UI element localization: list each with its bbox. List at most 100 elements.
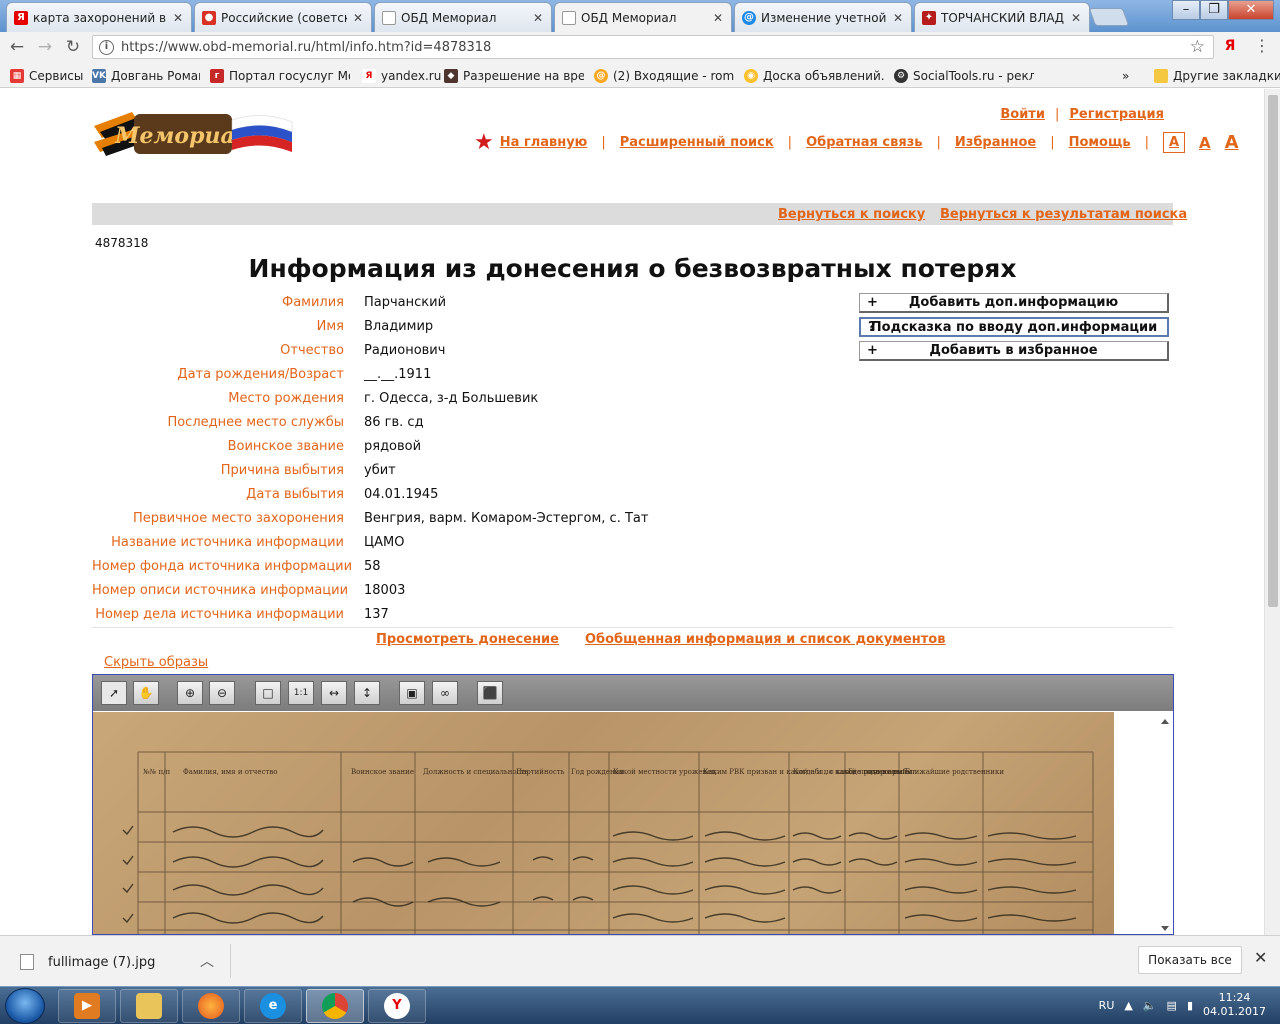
download-item[interactable]: fullimage (7).jpg <box>20 954 155 970</box>
taskbar-chrome[interactable] <box>306 989 364 1023</box>
network-icon[interactable]: ▤ <box>1167 999 1177 1012</box>
forward-button[interactable]: → <box>34 37 56 57</box>
bookmarks-more-button[interactable]: » <box>1122 67 1129 85</box>
bookmark-inbox[interactable]: @ (2) Входящие - romch <box>594 67 734 85</box>
close-icon[interactable]: ✕ <box>1071 11 1081 25</box>
font-size-large[interactable]: A <box>1225 132 1239 153</box>
input-hint-button[interactable]: ? Подсказка по вводу доп.информации <box>859 317 1169 337</box>
clock[interactable]: 11:24 04.01.2017 <box>1203 991 1266 1019</box>
browser-tab-1[interactable]: Я карта захоронений в ✕ <box>6 2 192 32</box>
zoom-in-icon[interactable]: ⊕ <box>177 681 203 705</box>
clock-time: 11:24 <box>1218 991 1251 1004</box>
fit-height-icon[interactable]: ↕ <box>354 681 380 705</box>
separator: | <box>1050 135 1055 150</box>
question-icon: ? <box>868 320 876 335</box>
bookmark-services[interactable]: ▦ Сервисы <box>10 67 83 85</box>
page-scrollbar[interactable] <box>1264 89 1280 935</box>
close-icon[interactable]: ✕ <box>893 11 903 25</box>
value-birthdate: __.__.1911 <box>364 367 432 382</box>
nav-advanced-search[interactable]: Расширенный поиск <box>620 135 774 150</box>
taskbar-ie[interactable]: e <box>244 989 302 1023</box>
minimize-button[interactable]: – <box>1172 0 1200 20</box>
actual-size-icon[interactable]: 1:1 <box>288 681 314 705</box>
viewer-scrollbar[interactable] <box>1156 712 1173 934</box>
maximize-button[interactable]: ❐ <box>1200 0 1228 20</box>
value-reason: убит <box>364 463 396 478</box>
close-icon[interactable]: ✕ <box>1254 948 1267 967</box>
link-icon[interactable]: ∞ <box>432 681 458 705</box>
taskbar-explorer[interactable] <box>120 989 178 1023</box>
maps-pin-icon: ● <box>202 11 216 25</box>
document-scan-image[interactable]: №№ п/п Фамилия, имя и отчество Воинское … <box>93 712 1114 934</box>
bookmark-vk[interactable]: VK Довгань Роман <box>92 67 200 85</box>
browser-tab-5[interactable]: @ Изменение учетной з ✕ <box>734 2 912 32</box>
label-patronymic: Отчество <box>280 343 344 358</box>
label-burial-place: Первичное место захоронения <box>132 511 344 526</box>
mail-icon: @ <box>594 69 608 83</box>
save-icon[interactable]: ▣ <box>399 681 425 705</box>
add-info-button[interactable]: + Добавить доп.информацию <box>859 293 1169 313</box>
reload-button[interactable]: ↻ <box>62 37 84 57</box>
fit-page-icon[interactable]: □ <box>255 681 281 705</box>
back-button[interactable]: ← <box>6 37 28 57</box>
bookmark-socialtools[interactable]: ⚙ SocialTools.ru - рекла <box>894 67 1034 85</box>
pdf-icon[interactable]: ⬛ <box>477 681 503 705</box>
bookmark-star-icon[interactable]: ☆ <box>1190 37 1205 57</box>
close-icon[interactable]: ✕ <box>173 11 183 25</box>
window-close-button[interactable]: ✕ <box>1228 0 1274 20</box>
browser-tab-4-active[interactable]: ОБД Мемориал ✕ <box>554 2 732 33</box>
nav-home[interactable]: На главную <box>500 135 588 150</box>
browser-tab-6[interactable]: ✦ ТОРЧАНСКИЙ ВЛАДИ ✕ <box>914 2 1090 32</box>
show-all-downloads-button[interactable]: Показать все <box>1138 946 1242 974</box>
value-source-name: ЦАМО <box>364 535 405 550</box>
nav-favorites[interactable]: Избранное <box>955 135 1036 150</box>
back-to-results-link[interactable]: Вернуться к результатам поиска <box>940 207 1187 222</box>
other-bookmarks[interactable]: Другие закладки <box>1154 67 1280 85</box>
view-report-link[interactable]: Просмотреть донесение <box>376 632 559 647</box>
address-bar[interactable]: i https://www.obd-memorial.ru/html/info.… <box>92 35 1214 59</box>
back-to-search-link[interactable]: Вернуться к поиску <box>778 207 925 222</box>
nav-feedback[interactable]: Обратная связь <box>806 135 922 150</box>
hide-images-link[interactable]: Скрыть образы <box>104 655 208 670</box>
tab-title: ОБД Мемориал <box>401 10 497 25</box>
label-inventory-number: Номер описи источника информации <box>92 583 349 598</box>
memorial-logo[interactable]: Мемориал <box>92 104 298 164</box>
browser-menu-icon[interactable]: ⋮ <box>1254 36 1270 56</box>
bookmark-yandex[interactable]: Яyandex.ru <box>362 67 441 85</box>
browser-tab-2[interactable]: ● Российские (советски ✕ <box>194 2 372 32</box>
taskbar-media-player[interactable]: ▶ <box>58 989 116 1023</box>
info-icon[interactable]: i <box>99 40 114 55</box>
register-link[interactable]: Регистрация <box>1069 107 1164 122</box>
bookmark-permit[interactable]: ◆ Разрешение на врем <box>444 67 584 85</box>
scrollbar-thumb[interactable] <box>1268 95 1278 607</box>
value-case-number: 137 <box>364 607 389 622</box>
pointer-icon[interactable]: ➚ <box>101 681 127 705</box>
start-button[interactable] <box>5 988 45 1024</box>
separator: | <box>601 135 606 150</box>
bookmark-board[interactable]: ◉ Доска объявлений. М <box>744 67 884 85</box>
taskbar-firefox[interactable] <box>182 989 240 1023</box>
fit-width-icon[interactable]: ↔ <box>321 681 347 705</box>
font-size-small[interactable]: A <box>1162 132 1186 153</box>
divider <box>92 627 1173 628</box>
close-icon[interactable]: ✕ <box>353 11 363 25</box>
close-icon[interactable]: ✕ <box>713 11 723 25</box>
close-icon[interactable]: ✕ <box>533 11 543 25</box>
nav-help[interactable]: Помощь <box>1069 135 1131 150</box>
yandex-extension-icon[interactable]: Я <box>1222 38 1238 54</box>
bookmark-gosuslugi[interactable]: г Портал госуслуг Мос <box>210 67 350 85</box>
browser-tab-3[interactable]: ОБД Мемориал ✕ <box>374 2 552 32</box>
volume-icon[interactable]: 🔈 <box>1143 999 1157 1012</box>
hand-icon[interactable]: ✋ <box>133 681 159 705</box>
login-link[interactable]: Войти <box>1000 107 1045 122</box>
summary-link[interactable]: Обобщенная информация и список документо… <box>585 632 945 647</box>
power-icon[interactable]: ▮ <box>1187 999 1193 1012</box>
zoom-out-icon[interactable]: ⊖ <box>209 681 235 705</box>
language-indicator[interactable]: RU <box>1099 999 1115 1012</box>
taskbar-yandex-browser[interactable]: Y <box>368 989 426 1023</box>
new-tab-button[interactable] <box>1088 8 1130 26</box>
chevron-up-icon[interactable]: ︿ <box>200 951 214 971</box>
add-to-favorites-button[interactable]: + Добавить в избранное <box>859 341 1169 361</box>
font-size-medium[interactable]: A <box>1199 134 1211 152</box>
tray-up-icon[interactable]: ▲ <box>1124 999 1132 1012</box>
